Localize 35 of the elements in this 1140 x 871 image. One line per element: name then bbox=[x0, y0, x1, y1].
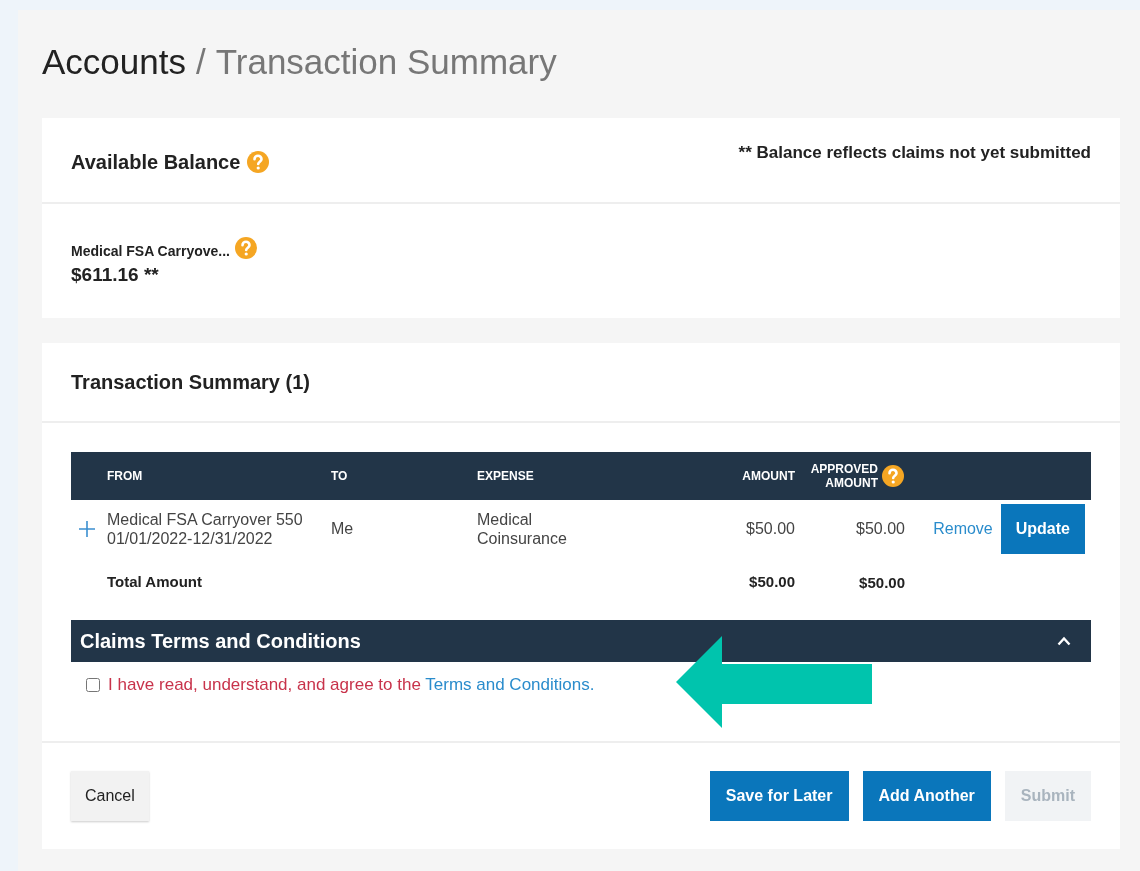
column-header: TO bbox=[331, 469, 348, 483]
breadcrumb-separator: / bbox=[195, 42, 206, 82]
expand-icon[interactable] bbox=[77, 519, 97, 539]
cancel-button[interactable]: Cancel bbox=[71, 771, 149, 821]
table-cell: $50.00 bbox=[856, 520, 905, 538]
balance-amount: $611.16 ** bbox=[71, 264, 160, 286]
help-icon[interactable] bbox=[881, 464, 905, 488]
agree-checkbox[interactable] bbox=[86, 678, 100, 692]
terms-link[interactable]: Terms and Conditions. bbox=[425, 675, 595, 694]
caret-icon[interactable] bbox=[1057, 636, 1071, 646]
section-title: Claims Terms and Conditions bbox=[80, 629, 361, 653]
total-amount: $50.00 bbox=[859, 573, 905, 591]
column-header: APPROVED AMOUNT bbox=[809, 462, 878, 490]
table-cell: $50.00 bbox=[746, 520, 795, 537]
total-amount: $50.00 bbox=[749, 573, 795, 590]
table-cell: Medical Coinsurance bbox=[477, 511, 567, 547]
action-button[interactable]: Add Another bbox=[862, 771, 991, 821]
table-cell: Medical FSA Carryover 550 01/01/2022-12/31/2022 bbox=[107, 510, 303, 548]
column-header: EXPENSE bbox=[477, 469, 534, 483]
page-title: Transaction Summary bbox=[215, 42, 557, 82]
update-button[interactable]: Update bbox=[1000, 504, 1085, 554]
total-label: Total Amount bbox=[107, 573, 202, 590]
card-title: Available Balance bbox=[71, 150, 241, 174]
remove-link[interactable]: Remove bbox=[933, 520, 993, 538]
column-header: AMOUNT bbox=[742, 469, 795, 483]
breadcrumb-link[interactable]: Accounts bbox=[42, 42, 186, 82]
section-header[interactable]: Claims Terms and Conditions bbox=[71, 620, 1091, 662]
balance-note: ** Balance reflects claims not yet submitted bbox=[738, 143, 1091, 163]
agreement-text: I have read, understand, and agree to the Terms and Conditions. bbox=[108, 675, 595, 695]
column-header: FROM bbox=[107, 469, 143, 483]
account-name: Medical FSA Carryove... bbox=[71, 243, 230, 259]
card-title: Transaction Summary (1) bbox=[71, 370, 310, 394]
action-button[interactable]: Save for Later bbox=[709, 771, 849, 821]
table-cell: Me bbox=[331, 520, 354, 537]
arrow-icon bbox=[676, 636, 872, 728]
